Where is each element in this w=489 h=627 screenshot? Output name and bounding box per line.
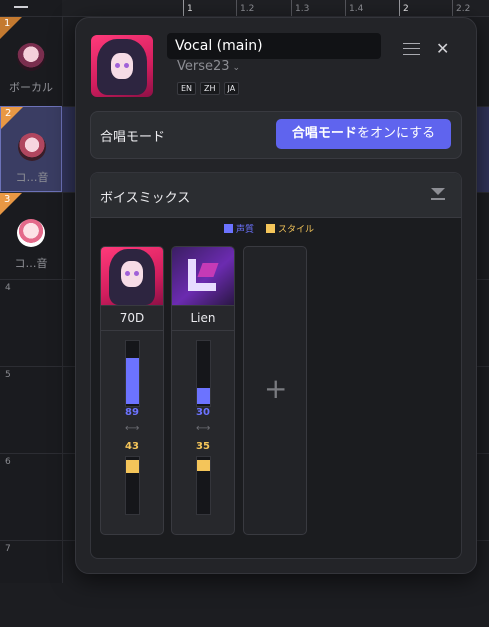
- track-number: 1: [4, 18, 11, 29]
- track-1[interactable]: 1 ボーカル: [0, 16, 62, 103]
- style-slider-fill: [197, 460, 210, 471]
- mix-legend: 声質 スタイル: [224, 222, 314, 235]
- menu-icon[interactable]: [14, 0, 28, 8]
- ruler-tick: 1: [183, 0, 193, 16]
- ruler-tick: 2: [399, 0, 409, 16]
- style-slider-fill: [126, 460, 139, 473]
- track-label: コ…音: [15, 171, 49, 184]
- voice-mix-header[interactable]: ボイスミックス: [91, 173, 461, 218]
- track-2[interactable]: 2 コ…音: [0, 106, 62, 192]
- plus-icon: +: [264, 372, 288, 405]
- legend-style: スタイル: [266, 222, 314, 235]
- voice-value: 89: [125, 407, 139, 418]
- timeline-ruler[interactable]: 1 1.2 1.3 1.4 2 2.2: [62, 0, 489, 17]
- enable-chorus-button[interactable]: 合唱モードをオンにする: [276, 119, 451, 149]
- style-slider[interactable]: [196, 456, 211, 515]
- ruler-tick: 2.2: [452, 0, 470, 16]
- ruler-tick: 1.2: [236, 0, 254, 16]
- chorus-button-text: をオンにする: [356, 126, 436, 141]
- legend-voice: 声質: [224, 222, 254, 235]
- track-label: ボーカル: [9, 81, 53, 94]
- voice-card-name: 70D: [101, 305, 163, 331]
- track-number: 4: [5, 283, 11, 293]
- link-icon: ⟷: [125, 423, 140, 434]
- voice-slider[interactable]: [125, 340, 140, 407]
- chorus-mode-section: 合唱モード 合唱モードをオンにする: [90, 111, 462, 159]
- track-number: 7: [5, 544, 11, 554]
- voice-slider-fill: [126, 358, 139, 404]
- voice-card-name: Lien: [172, 305, 234, 331]
- track-6[interactable]: 6: [0, 453, 62, 540]
- voice-slider[interactable]: [196, 340, 211, 407]
- track-3[interactable]: 3 コ…音: [0, 192, 62, 279]
- chorus-mode-label: 合唱モード: [100, 130, 166, 145]
- style-selector[interactable]: Verse23 ⌄: [177, 59, 240, 74]
- menu-icon[interactable]: [403, 43, 420, 55]
- track-number: 2: [5, 108, 12, 119]
- language-badge-ja: JA: [223, 82, 240, 95]
- style-slider[interactable]: [125, 456, 140, 515]
- voice-card[interactable]: Lien 30 ⟷ 35: [171, 246, 235, 535]
- language-badge-zh: ZH: [200, 82, 220, 95]
- track-label: コ…音: [14, 257, 48, 270]
- voice-mix-title: ボイスミックス: [100, 191, 191, 206]
- track-7[interactable]: 7: [0, 540, 62, 627]
- style-value: 43: [125, 441, 139, 452]
- track-avatar: [18, 133, 46, 161]
- ruler-tick: 1.3: [291, 0, 309, 16]
- link-icon: ⟷: [196, 423, 211, 434]
- add-voice-button[interactable]: +: [243, 246, 307, 535]
- voice-slider-fill: [197, 388, 210, 404]
- voice-card[interactable]: 70D 89 ⟷ 43: [100, 246, 164, 535]
- track-list: 1 ボーカル 2 コ…音 3 コ…音 4 5 6 7: [0, 0, 63, 583]
- chorus-button-bold: 合唱モード: [291, 126, 357, 141]
- style-value: 35: [196, 441, 210, 452]
- collapse-icon[interactable]: [431, 188, 445, 201]
- chevron-down-icon: ⌄: [232, 63, 241, 73]
- track-5[interactable]: 5: [0, 366, 62, 453]
- voice-card-image: [101, 247, 163, 305]
- track-number: 3: [4, 194, 11, 205]
- voice-panel: Vocal (main) Verse23 ⌄ EN ZH JA ✕ 合唱モード 合…: [75, 17, 477, 574]
- track-4[interactable]: 4: [0, 279, 62, 366]
- ruler-tick: 1.4: [345, 0, 363, 16]
- close-icon[interactable]: ✕: [436, 39, 449, 58]
- track-avatar: [17, 43, 45, 71]
- track-number: 6: [5, 457, 11, 467]
- language-badges: EN ZH JA: [177, 82, 240, 95]
- voice-mix-section: ボイスミックス 声質 スタイル 70D 89 ⟷ 43 Lien 30 ⟷ 35…: [90, 172, 462, 559]
- track-number: 5: [5, 370, 11, 380]
- voice-avatar[interactable]: [91, 35, 153, 97]
- style-name: Verse23: [177, 59, 230, 74]
- voice-value: 30: [196, 407, 210, 418]
- vocal-name-field[interactable]: Vocal (main): [167, 33, 381, 59]
- language-badge-en: EN: [177, 82, 197, 95]
- voice-card-image: [172, 247, 234, 305]
- track-avatar: [17, 219, 45, 247]
